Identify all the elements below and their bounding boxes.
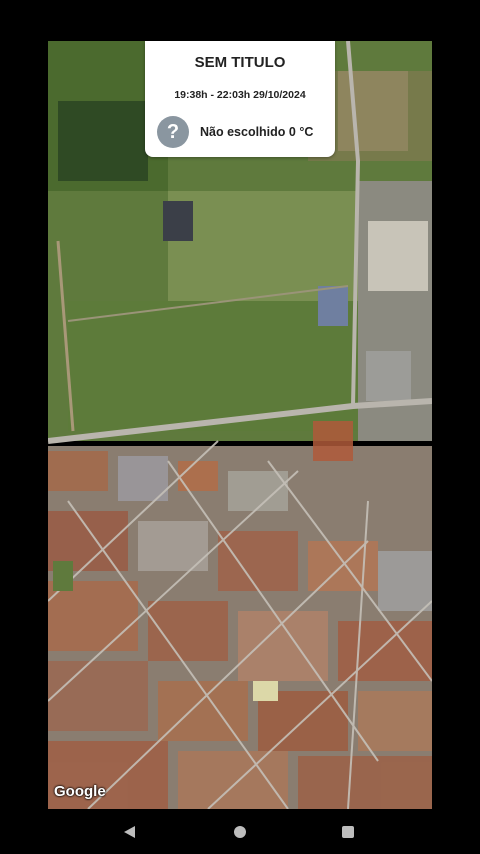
status-row: ? Não escolhido 0 °C [157, 116, 332, 148]
card-title: SEM TITULO [194, 54, 286, 71]
recents-icon[interactable] [342, 826, 354, 838]
back-icon[interactable] [124, 826, 135, 838]
home-icon[interactable] [234, 826, 246, 838]
navigation-bar [0, 809, 480, 854]
google-logo: Google [54, 783, 106, 800]
status-text: Não escolhido 0 °C [200, 125, 314, 139]
time-range: 19:38h - 22:03h 29/10/2024 [174, 89, 306, 101]
help-icon[interactable]: ? [157, 116, 189, 148]
track-info-card[interactable]: SEM TITULO 19:38h - 22:03h 29/10/2024 ? … [145, 41, 335, 157]
